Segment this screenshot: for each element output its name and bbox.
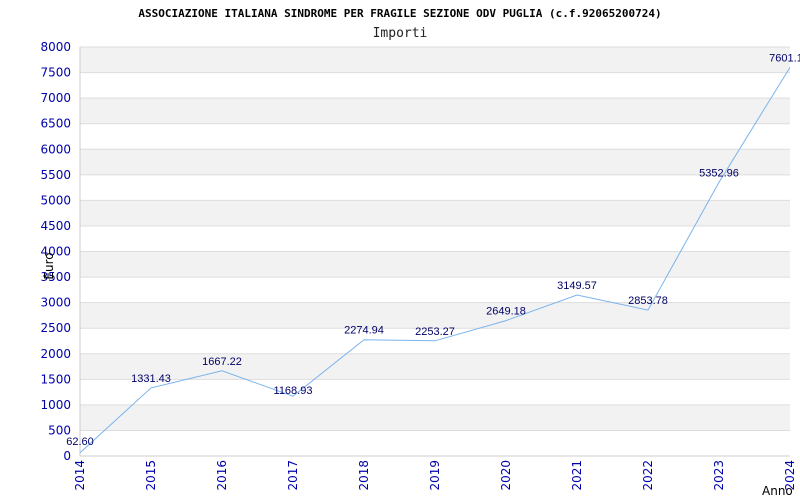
- y-axis-label: Euro: [42, 252, 56, 279]
- grid-band: [80, 302, 790, 329]
- x-tick-labels: 2014 2015 2016 2017 2018 2019 2020 2021 2022 2023…: [73, 460, 797, 491]
- data-label: 1168.93: [274, 385, 313, 397]
- y-tick-label: 7500: [40, 66, 71, 80]
- x-axis-label: Anno: [762, 484, 793, 498]
- x-tick-label: 2019: [428, 460, 442, 491]
- y-tick-label: 4500: [40, 219, 71, 233]
- x-tick-label: 2022: [641, 460, 655, 491]
- chart-subtitle: Importi: [373, 26, 428, 41]
- y-tick-label: 2000: [40, 347, 71, 361]
- y-tick-label: 1000: [40, 398, 71, 412]
- x-tick-label: 2015: [144, 460, 158, 491]
- y-tick-label: 8000: [40, 40, 71, 54]
- y-tick-label: 0: [63, 449, 71, 463]
- x-tick-label: 2014: [73, 460, 87, 491]
- x-tick-label: 2016: [215, 460, 229, 491]
- grid-band: [80, 251, 790, 278]
- data-label: 5352.96: [699, 167, 739, 179]
- data-label: 2253.27: [415, 326, 455, 338]
- grid-bands: [80, 47, 790, 431]
- grid-band: [80, 149, 790, 175]
- grid-band: [80, 200, 790, 226]
- data-label: 62.60: [66, 436, 94, 448]
- y-tick-label: 2500: [40, 321, 71, 335]
- data-label: 2853.78: [628, 295, 668, 307]
- x-tick-label: 2017: [286, 460, 300, 491]
- y-tick-labels: 0500100015002000250030003500400045005000…: [40, 40, 71, 463]
- chart-title: ASSOCIAZIONE ITALIANA SINDROME PER FRAGI…: [138, 7, 661, 20]
- data-label: 1331.43: [131, 373, 171, 385]
- grid-band: [80, 98, 790, 124]
- x-tick-label: 2021: [570, 460, 584, 491]
- y-tick-label: 1500: [40, 372, 71, 386]
- y-tick-label: 7000: [40, 91, 71, 105]
- data-label: 1667.22: [202, 356, 242, 368]
- data-label: 2274.94: [344, 325, 384, 337]
- grid-band: [80, 47, 790, 73]
- data-label: 2649.18: [486, 306, 526, 318]
- y-tick-label: 6000: [40, 142, 71, 156]
- y-tick-label: 3000: [40, 296, 71, 310]
- x-tick-label: 2023: [712, 460, 726, 491]
- data-label: 3149.57: [557, 280, 597, 292]
- x-tick-label: 2018: [357, 460, 371, 491]
- grid-band: [80, 353, 790, 380]
- y-tick-label: 5500: [40, 168, 71, 182]
- data-label: 7601.1: [769, 52, 800, 64]
- y-tick-label: 5000: [40, 193, 71, 207]
- grid-band: [80, 404, 790, 431]
- x-tick-label: 2020: [499, 460, 513, 491]
- line-chart: ASSOCIAZIONE ITALIANA SINDROME PER FRAGI…: [40, 7, 800, 498]
- y-tick-label: 6500: [40, 117, 71, 131]
